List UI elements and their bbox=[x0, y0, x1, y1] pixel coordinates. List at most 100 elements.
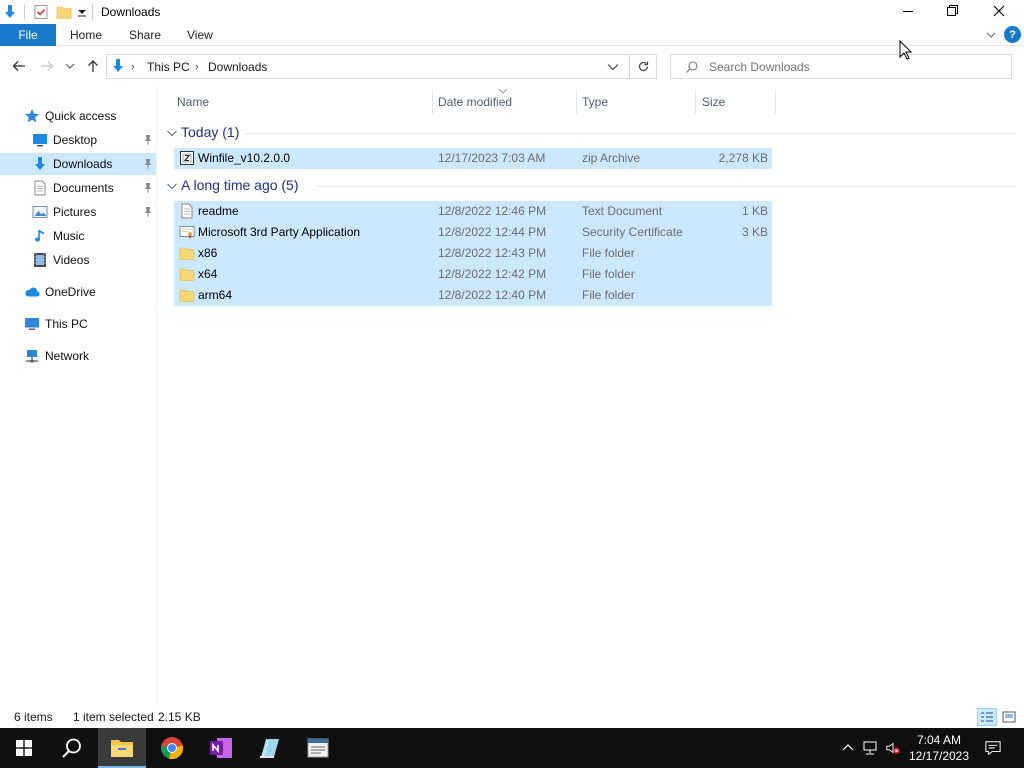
group-divider bbox=[316, 186, 1016, 187]
taskbar-onenote[interactable] bbox=[197, 728, 245, 768]
large-icons-view-icon bbox=[1002, 711, 1016, 723]
details-view-button[interactable] bbox=[977, 708, 997, 726]
file-name: Winfile_v10.2.0.0 bbox=[198, 151, 291, 165]
column-header-date-modified[interactable]: Date modified bbox=[438, 95, 512, 109]
column-divider[interactable] bbox=[576, 90, 577, 114]
column-divider[interactable] bbox=[432, 90, 433, 114]
window-title: Downloads bbox=[101, 5, 161, 19]
network-icon bbox=[26, 350, 38, 363]
large-icons-view-button[interactable] bbox=[999, 708, 1019, 726]
column-divider[interactable] bbox=[695, 90, 696, 114]
show-hidden-icons-chevron-icon[interactable] bbox=[840, 740, 856, 756]
column-header-size[interactable]: Size bbox=[702, 95, 725, 109]
column-header-name[interactable]: Name bbox=[177, 95, 209, 109]
table-row[interactable]: arm64 12/8/2022 12:40 PM File folder bbox=[174, 285, 772, 306]
restore-button[interactable] bbox=[930, 0, 976, 22]
properties-icon[interactable] bbox=[33, 4, 49, 20]
sidebar-item-this-pc[interactable]: This PC bbox=[0, 313, 156, 335]
up-button[interactable] bbox=[84, 57, 102, 75]
zip-archive-icon bbox=[180, 151, 194, 165]
sidebar-item-videos[interactable]: Videos bbox=[0, 249, 156, 271]
search-input[interactable] bbox=[709, 55, 1005, 78]
app-icon bbox=[307, 738, 329, 758]
address-bar[interactable]: › This PC › Downloads bbox=[106, 54, 630, 79]
network-tray-icon[interactable] bbox=[863, 740, 879, 756]
downloads-icon bbox=[35, 157, 45, 170]
volume-muted-icon[interactable] bbox=[885, 740, 901, 756]
sidebar-item-documents[interactable]: Documents bbox=[0, 177, 156, 199]
table-row[interactable]: Microsoft 3rd Party Application 12/8/202… bbox=[174, 222, 772, 243]
sidebar-item-label: Quick access bbox=[45, 109, 117, 123]
group-header-today[interactable]: Today (1) bbox=[166, 123, 1016, 143]
restore-icon bbox=[947, 5, 958, 16]
tab-share[interactable]: Share bbox=[129, 28, 161, 42]
file-type: File folder bbox=[582, 288, 635, 302]
refresh-icon bbox=[638, 61, 648, 72]
group-header-long-time-ago[interactable]: A long time ago (5) bbox=[166, 176, 1016, 196]
table-row[interactable]: readme 12/8/2022 12:46 PM Text Document … bbox=[174, 201, 772, 222]
table-row[interactable]: x64 12/8/2022 12:42 PM File folder bbox=[174, 264, 772, 285]
table-row[interactable]: x86 12/8/2022 12:43 PM File folder bbox=[174, 243, 772, 264]
folder-icon bbox=[179, 268, 195, 281]
pin-icon[interactable] bbox=[142, 206, 154, 218]
folder-icon bbox=[179, 247, 195, 260]
file-name: Microsoft 3rd Party Application bbox=[198, 225, 361, 239]
new-folder-icon[interactable] bbox=[56, 4, 72, 20]
breadcrumb-arrow-icon[interactable]: › bbox=[195, 61, 199, 73]
tab-home[interactable]: Home bbox=[70, 28, 102, 42]
sidebar-item-quick-access[interactable]: Quick access bbox=[0, 105, 156, 127]
column-header-type[interactable]: Type bbox=[582, 95, 608, 109]
navigation-pane: Quick access Desktop Downloads Documents bbox=[0, 86, 157, 706]
customize-chevron-icon[interactable] bbox=[74, 4, 90, 20]
file-date: 12/8/2022 12:44 PM bbox=[438, 225, 547, 239]
details-view-icon bbox=[981, 712, 993, 722]
documents-icon bbox=[34, 180, 46, 196]
recent-locations-button[interactable] bbox=[63, 57, 77, 75]
downloads-arrow-icon[interactable] bbox=[2, 4, 18, 20]
taskbar-chrome[interactable] bbox=[148, 728, 196, 768]
sidebar-item-label: Network bbox=[45, 349, 90, 363]
tab-file[interactable]: File bbox=[0, 24, 56, 46]
sidebar-item-desktop[interactable]: Desktop bbox=[0, 129, 156, 151]
pin-icon[interactable] bbox=[142, 158, 154, 170]
sidebar-item-music[interactable]: Music bbox=[0, 225, 156, 247]
notifications-icon[interactable] bbox=[985, 740, 1001, 756]
breadcrumb-downloads[interactable]: Downloads bbox=[208, 60, 267, 74]
pin-icon[interactable] bbox=[142, 134, 154, 146]
close-button[interactable] bbox=[976, 0, 1022, 22]
back-button[interactable] bbox=[10, 57, 28, 75]
file-list: Name Date modified Type Size Today (1) W… bbox=[158, 86, 1024, 706]
file-date: 12/8/2022 12:46 PM bbox=[438, 204, 547, 218]
selection-count: 1 item selected bbox=[73, 710, 154, 724]
minimize-button[interactable] bbox=[885, 0, 931, 22]
clock-date[interactable]: 12/17/2023 bbox=[906, 749, 972, 763]
pin-icon[interactable] bbox=[142, 182, 154, 194]
tab-view[interactable]: View bbox=[187, 28, 213, 42]
chevron-down-icon bbox=[65, 63, 75, 69]
address-dropdown-icon[interactable] bbox=[607, 63, 619, 71]
forward-button[interactable] bbox=[38, 57, 56, 75]
expand-ribbon-chevron-icon[interactable] bbox=[984, 28, 998, 42]
file-type: zip Archive bbox=[582, 151, 641, 165]
search-box[interactable] bbox=[670, 54, 1012, 79]
sidebar-item-downloads[interactable]: Downloads bbox=[0, 153, 156, 175]
table-row[interactable]: Winfile_v10.2.0.0 12/17/2023 7:03 AM zip… bbox=[174, 148, 772, 169]
file-date: 12/8/2022 12:40 PM bbox=[438, 288, 547, 302]
taskbar-search-button[interactable] bbox=[48, 728, 96, 768]
column-divider[interactable] bbox=[775, 90, 776, 114]
start-button[interactable] bbox=[0, 728, 48, 768]
refresh-button[interactable] bbox=[630, 54, 657, 79]
sidebar-item-pictures[interactable]: Pictures bbox=[0, 201, 156, 223]
taskbar-app[interactable] bbox=[294, 728, 342, 768]
downloads-icon bbox=[113, 59, 123, 72]
taskbar-notepad[interactable] bbox=[245, 728, 293, 768]
clock-time[interactable]: 7:04 AM bbox=[912, 733, 966, 747]
taskbar-file-explorer[interactable] bbox=[98, 728, 146, 768]
breadcrumb-arrow-icon[interactable]: › bbox=[131, 61, 135, 73]
breadcrumb-this-pc[interactable]: This PC bbox=[147, 60, 190, 74]
file-name: readme bbox=[198, 204, 239, 218]
sidebar-item-onedrive[interactable]: OneDrive bbox=[0, 281, 156, 303]
onedrive-icon bbox=[25, 287, 40, 297]
sidebar-item-network[interactable]: Network bbox=[0, 345, 156, 367]
help-icon[interactable]: ? bbox=[1004, 26, 1021, 43]
